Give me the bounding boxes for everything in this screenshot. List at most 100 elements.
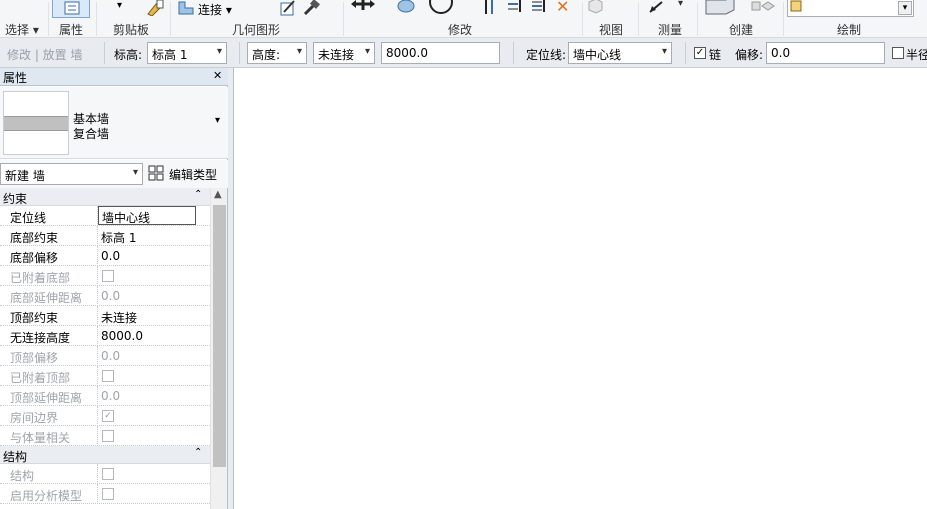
wall-type-preview	[3, 91, 69, 155]
options-separator	[685, 42, 686, 64]
property-row[interactable]: 启用分析模型	[0, 484, 210, 504]
property-row[interactable]: 已附着顶部	[0, 366, 210, 386]
property-value[interactable]: 0.0	[101, 349, 120, 363]
chevron-down-icon[interactable]: ▾	[215, 115, 220, 126]
property-checkbox[interactable]	[102, 370, 114, 382]
property-value[interactable]: 未连接	[101, 309, 137, 326]
type-selector[interactable]: 基本墙 复合墙 ▾	[0, 87, 228, 159]
options-separator	[104, 42, 105, 64]
property-name: 底部延伸距离	[10, 291, 83, 305]
property-row[interactable]: 结构	[0, 464, 210, 484]
offset-value-input[interactable]: 0.0	[766, 42, 885, 64]
level-value: 标高 1	[152, 48, 188, 62]
move-icon[interactable]	[350, 0, 376, 15]
delete-icon[interactable]: ✕	[556, 0, 569, 15]
ribbon-separator	[783, 2, 784, 36]
property-value[interactable]: 8000.0	[101, 329, 143, 343]
paste-icon[interactable]	[146, 0, 164, 19]
location-line-label: 定位线:	[526, 48, 567, 62]
property-row[interactable]: 底部约束 标高 1	[0, 226, 210, 246]
property-row[interactable]: 底部偏移 0.0	[0, 246, 210, 266]
property-value[interactable]: 0.0	[101, 289, 120, 303]
section-header[interactable]: 结构 ⌃	[0, 446, 210, 464]
property-row[interactable]: 已附着底部	[0, 266, 210, 286]
collapse-icon[interactable]: ⌃	[194, 189, 202, 200]
level-dropdown[interactable]: 标高 1 ▾	[147, 42, 227, 64]
property-row[interactable]: 顶部偏移 0.0	[0, 346, 210, 366]
instance-filter-dropdown[interactable]: 新建 墙 ▾	[0, 163, 143, 185]
align-icon[interactable]	[482, 0, 498, 19]
property-checkbox[interactable]	[102, 270, 114, 282]
section-title: 结构	[3, 450, 28, 464]
property-checkbox[interactable]: ✓	[102, 410, 114, 422]
measure-icon[interactable]: ▾	[648, 0, 688, 17]
property-name: 顶部偏移	[10, 351, 59, 365]
ribbon-separator	[96, 2, 97, 36]
property-checkbox[interactable]	[102, 430, 114, 442]
property-row[interactable]: 无连接高度 8000.0	[0, 326, 210, 346]
properties-panel: 属性 ✕ 基本墙 复合墙 ▾ 新建 墙 ▾ 编辑类型 约束 ⌃ 定位线 墙中心线 底部约束…	[0, 68, 228, 509]
options-bar: 修改 | 放置 墙 标高: 标高 1 ▾ 高度: ▾ 未连接 ▾ 8000.0 定位线…	[0, 38, 927, 68]
property-value[interactable]: 墙中心线	[98, 206, 196, 225]
chevron-down-icon[interactable]: ▾	[117, 0, 122, 11]
property-row[interactable]: 与体量相关	[0, 426, 210, 446]
draw-gallery-dropdown[interactable]: ▾	[898, 1, 912, 15]
ribbon-separator	[48, 2, 49, 36]
property-checkbox[interactable]	[102, 468, 114, 480]
join-button[interactable]: 连接 ▾	[198, 1, 232, 18]
type-name-label: 复合墙	[73, 127, 110, 141]
height-constraint-dropdown[interactable]: 未连接 ▾	[313, 42, 375, 64]
scroll-thumb[interactable]	[213, 205, 226, 467]
property-name: 结构	[10, 469, 35, 483]
offset-icon[interactable]	[506, 0, 524, 17]
chevron-down-icon: ▾	[296, 46, 302, 57]
options-separator	[239, 42, 240, 64]
clipboard-group-label: 剪贴板	[113, 23, 150, 37]
mirror-icon[interactable]	[530, 0, 548, 17]
property-name: 定位线	[10, 211, 47, 225]
property-name: 启用分析模型	[10, 489, 83, 503]
properties-group-label: 属性	[59, 23, 84, 37]
cut-geometry-icon[interactable]	[280, 0, 296, 19]
height-value-input[interactable]: 8000.0	[381, 42, 500, 64]
create-part-icon[interactable]	[704, 0, 776, 19]
scroll-up-icon[interactable]: ▲	[214, 189, 222, 200]
property-row[interactable]: 底部延伸距离 0.0	[0, 286, 210, 306]
view-cube-icon[interactable]	[586, 0, 604, 17]
height-type-dropdown[interactable]: 高度: ▾	[247, 42, 307, 64]
draw-line-icon[interactable]	[787, 0, 914, 17]
svg-text:▾: ▾	[678, 0, 683, 9]
paint-icon[interactable]	[397, 0, 417, 17]
section-title: 约束	[3, 192, 28, 206]
close-icon[interactable]: ✕	[213, 69, 222, 82]
property-value[interactable]: 0.0	[101, 389, 120, 403]
drawing-canvas[interactable]	[233, 68, 927, 509]
property-value[interactable]: 0.0	[101, 249, 120, 263]
section-header[interactable]: 约束 ⌃	[0, 188, 210, 206]
demolish-icon[interactable]	[302, 0, 320, 19]
properties-header: 属性 ✕	[0, 68, 228, 86]
ribbon-separator	[170, 2, 171, 36]
property-row[interactable]: 房间边界 ✓	[0, 406, 210, 426]
property-checkbox[interactable]	[102, 488, 114, 500]
circle-icon[interactable]	[427, 0, 455, 19]
property-row[interactable]: 顶部延伸距离 0.0	[0, 386, 210, 406]
chain-checkbox[interactable]: ✓	[694, 47, 706, 59]
select-menu[interactable]: 选择 ▾	[5, 21, 39, 38]
ribbon-separator	[697, 2, 698, 36]
property-row[interactable]: 定位线 墙中心线	[0, 206, 210, 226]
measure-group-label: 测量	[658, 23, 683, 37]
collapse-icon[interactable]: ⌃	[194, 447, 202, 458]
ribbon-separator	[638, 2, 639, 36]
radius-label: 半径	[906, 48, 927, 62]
options-separator	[513, 42, 514, 64]
properties-icon[interactable]	[52, 0, 90, 18]
property-value[interactable]: 标高 1	[101, 229, 136, 246]
join-icon[interactable]	[177, 0, 195, 19]
property-name: 底部偏移	[10, 251, 59, 265]
radius-checkbox[interactable]	[892, 47, 904, 59]
property-row[interactable]: 顶部约束 未连接	[0, 306, 210, 326]
location-line-dropdown[interactable]: 墙中心线 ▾	[568, 42, 672, 64]
edit-type-button[interactable]: 编辑类型	[147, 163, 224, 185]
properties-scrollbar[interactable]: ▲	[210, 188, 227, 509]
